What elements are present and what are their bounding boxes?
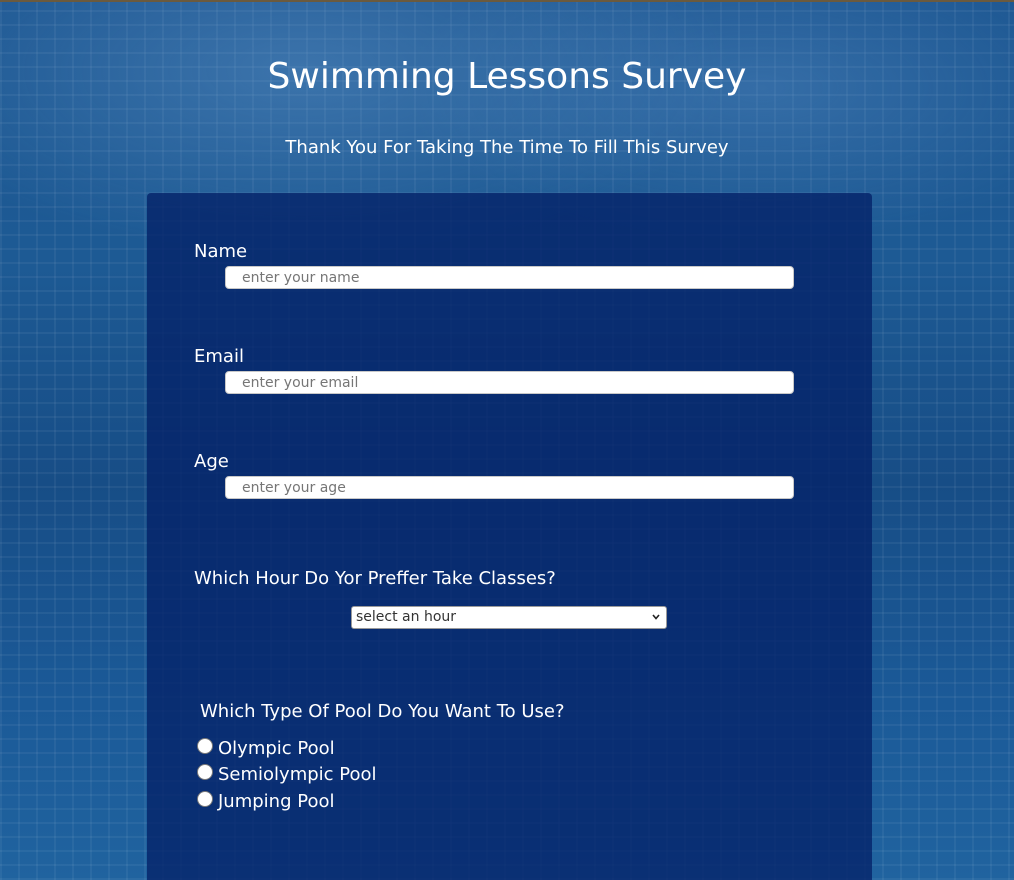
page-title: Swimming Lessons Survey xyxy=(267,56,747,97)
radio-label: Semiolympic Pool xyxy=(218,763,377,785)
page-subtitle: Thank You For Taking The Time To Fill Th… xyxy=(285,137,729,158)
name-input[interactable] xyxy=(225,266,794,289)
radio-label: Olympic Pool xyxy=(218,737,335,759)
hour-select-value: select an hour xyxy=(356,609,457,625)
radio-option-semiolympic-pool[interactable]: Semiolympic Pool xyxy=(197,762,377,786)
hour-select[interactable]: select an hour xyxy=(351,606,667,629)
age-input[interactable] xyxy=(225,476,794,499)
radio-option-olympic-pool[interactable]: Olympic Pool xyxy=(197,736,335,760)
chevron-down-icon xyxy=(652,614,660,620)
name-label: Name xyxy=(194,241,248,262)
radio-label: Jumping Pool xyxy=(218,790,335,812)
survey-form: Name Email Age Which Hour Do Yor Preffer… xyxy=(147,193,872,880)
top-border xyxy=(0,0,1014,2)
age-label: Age xyxy=(194,451,229,472)
radio-button[interactable] xyxy=(197,738,213,754)
email-input[interactable] xyxy=(225,371,794,394)
hour-question-label: Which Hour Do Yor Preffer Take Classes? xyxy=(194,568,556,589)
email-label: Email xyxy=(194,346,244,367)
radio-button[interactable] xyxy=(197,791,213,807)
radio-option-jumping-pool[interactable]: Jumping Pool xyxy=(197,789,334,813)
pool-question-label: Which Type Of Pool Do You Want To Use? xyxy=(200,701,565,722)
radio-button[interactable] xyxy=(197,764,213,780)
